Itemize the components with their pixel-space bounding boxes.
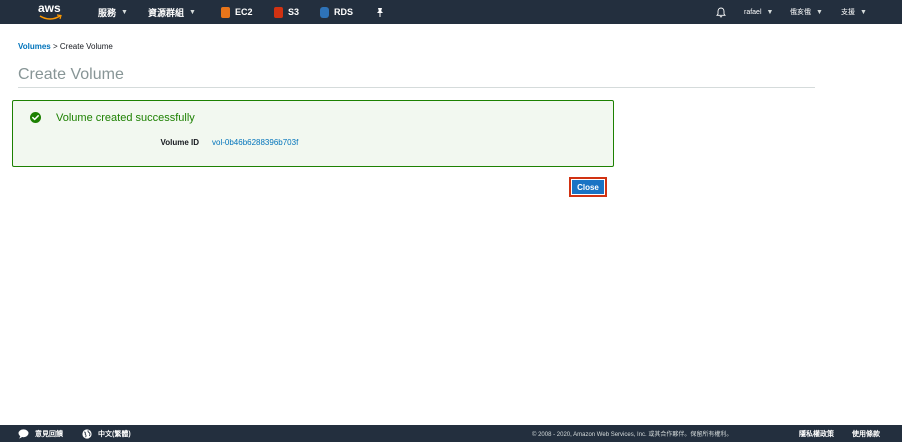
services-label: 服務 xyxy=(98,7,117,18)
shortcut-rds[interactable]: RDS xyxy=(320,0,353,24)
ec2-icon xyxy=(221,6,230,18)
copyright-text: © 2008 - 2020, Amazon Web Services, Inc.… xyxy=(532,432,733,438)
close-button-label: Close xyxy=(572,180,604,194)
page: aws 服務 ▼ 資源群組 ▼ EC2 S3 RDS rafael ▼ 俄亥俄 … xyxy=(0,0,902,442)
language-selector[interactable]: 中文(繁體) xyxy=(82,425,131,442)
breadcrumb: Volumes > Create Volume xyxy=(18,42,113,51)
region-menu[interactable]: 俄亥俄 ▼ xyxy=(790,0,823,24)
top-navigation-bar: aws 服務 ▼ 資源群組 ▼ EC2 S3 RDS rafael ▼ 俄亥俄 … xyxy=(0,0,902,24)
resource-groups-menu[interactable]: 資源群組 ▼ xyxy=(148,0,196,24)
rds-icon xyxy=(320,6,329,18)
breadcrumb-separator: > xyxy=(52,42,58,51)
chevron-down-icon: ▼ xyxy=(860,8,867,16)
breadcrumb-current: Create Volume xyxy=(59,42,113,51)
privacy-policy-link[interactable]: 隱私權政策 xyxy=(799,425,834,442)
notifications-button[interactable] xyxy=(716,0,726,24)
check-circle-icon xyxy=(30,112,41,123)
page-title: Create Volume xyxy=(18,66,124,83)
user-menu[interactable]: rafael ▼ xyxy=(744,0,773,24)
feedback-link[interactable]: 意見回饋 xyxy=(18,425,63,442)
speech-bubble-icon xyxy=(18,428,29,439)
shortcut-ec2-label: EC2 xyxy=(235,7,253,17)
footer: 意見回饋 中文(繁體) © 2008 - 2020, Amazon Web Se… xyxy=(0,425,902,442)
s3-icon xyxy=(274,6,283,18)
volume-id-link[interactable]: vol-0b46b6288396b703f xyxy=(212,138,298,147)
title-divider xyxy=(18,87,815,88)
chevron-down-icon: ▼ xyxy=(121,8,128,16)
chevron-down-icon: ▼ xyxy=(766,8,774,16)
chevron-down-icon: ▼ xyxy=(816,8,823,16)
shortcut-rds-label: RDS xyxy=(334,7,354,17)
aws-logo-text: aws xyxy=(38,1,61,15)
breadcrumb-volumes-link[interactable]: Volumes xyxy=(18,42,51,51)
close-button[interactable]: Close xyxy=(569,177,607,197)
aws-logo-icon[interactable]: aws xyxy=(38,1,64,23)
shortcut-s3-label: S3 xyxy=(288,7,300,17)
language-label: 中文(繁體) xyxy=(98,430,131,438)
success-message: Volume created successfully xyxy=(56,112,195,124)
feedback-label: 意見回饋 xyxy=(35,430,63,438)
user-name: rafael xyxy=(744,8,762,16)
success-alert: Volume created successfully Volume ID vo… xyxy=(12,100,614,167)
chevron-down-icon: ▼ xyxy=(189,8,196,16)
pin-shortcut-button[interactable] xyxy=(376,0,384,24)
volume-id-label: Volume ID xyxy=(160,138,199,147)
bell-icon xyxy=(716,7,726,17)
services-menu[interactable]: 服務 ▼ xyxy=(98,0,128,24)
terms-of-use-link[interactable]: 使用條款 xyxy=(852,425,880,442)
region-name: 俄亥俄 xyxy=(790,9,811,16)
shortcut-ec2[interactable]: EC2 xyxy=(221,0,253,24)
shortcut-s3[interactable]: S3 xyxy=(274,0,299,24)
globe-icon xyxy=(82,428,92,439)
support-menu[interactable]: 支援 ▼ xyxy=(841,0,867,24)
support-label: 支援 xyxy=(841,9,855,16)
pin-icon xyxy=(377,7,383,17)
aws-smile-icon xyxy=(39,14,62,20)
resource-groups-label: 資源群組 xyxy=(148,7,185,18)
